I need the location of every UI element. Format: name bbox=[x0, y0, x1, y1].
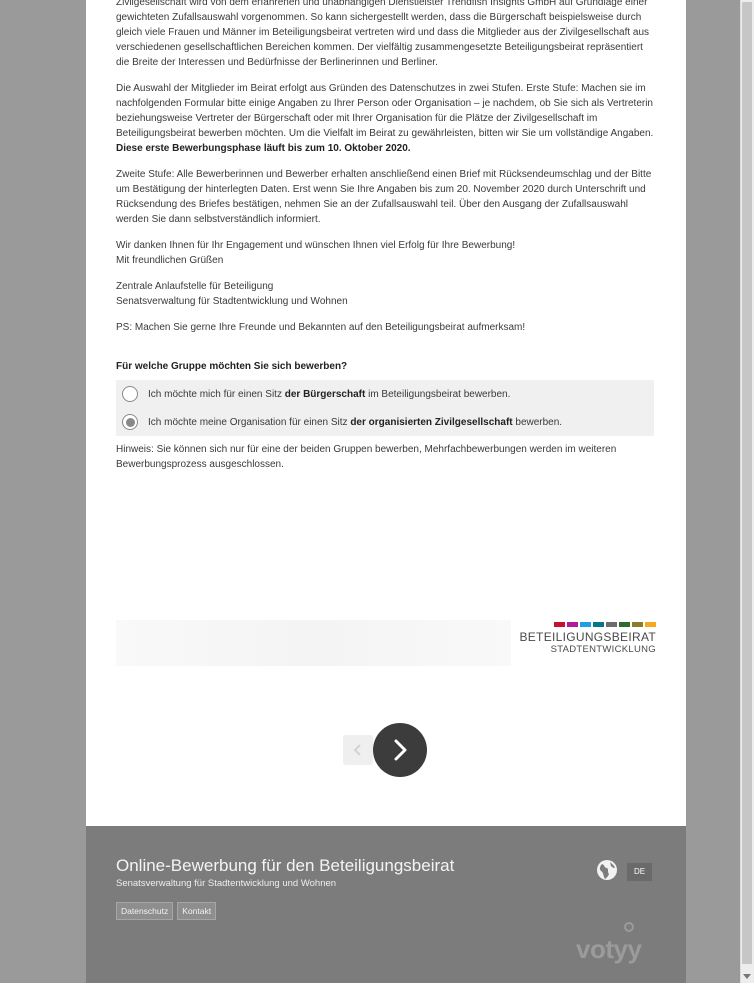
next-page-button[interactable] bbox=[373, 723, 427, 777]
brand-color-bar bbox=[619, 622, 630, 627]
radio-civil-society[interactable] bbox=[122, 414, 138, 430]
radio-citizenship[interactable] bbox=[122, 386, 138, 402]
brand-color-bar bbox=[593, 622, 604, 627]
scrollbar[interactable] bbox=[740, 0, 754, 983]
footer-title: Online-Bewerbung für den Beteiligungsbei… bbox=[116, 856, 455, 875]
brand-name: BETEILIGUNGSBEIRAT bbox=[519, 630, 656, 644]
closing-paragraph: Wir danken Ihnen für Ihr Engagement und … bbox=[116, 240, 516, 266]
previous-page-button[interactable] bbox=[343, 735, 373, 765]
group-question: Für welche Gruppe möchten Sie sich bewer… bbox=[116, 361, 348, 372]
deadline-text: Diese erste Bewerbungsphase läuft bis zu… bbox=[116, 143, 411, 154]
option-citizenship-label: Ich möchte mich für einen Sitz der Bürge… bbox=[148, 388, 511, 400]
option-civil-society[interactable]: Ich möchte meine Organisation für einen … bbox=[116, 408, 654, 436]
signature: Zentrale Anlaufstelle für Beteiligung Se… bbox=[116, 281, 348, 307]
brand-color-bar bbox=[567, 622, 578, 627]
votyy-logo-dot bbox=[624, 922, 634, 932]
language-selector[interactable]: DE bbox=[627, 863, 652, 881]
brand-subtitle: STADTENTWICKLUNG bbox=[550, 644, 656, 655]
survey-page: Zivilgesellschaft wird von dem erfahrene… bbox=[86, 0, 686, 983]
votyy-logo: votyy bbox=[576, 934, 642, 964]
footer-subtitle: Senatsverwaltung für Stadtentwicklung un… bbox=[116, 878, 337, 889]
brand-color-bars bbox=[519, 622, 656, 627]
group-radio-group: Ich möchte mich für einen Sitz der Bürge… bbox=[116, 380, 654, 436]
brand-color-bar bbox=[580, 622, 591, 627]
blurred-logo-strip bbox=[116, 620, 511, 666]
option-citizenship[interactable]: Ich möchte mich für einen Sitz der Bürge… bbox=[116, 380, 654, 408]
option-civil-society-label: Ich möchte meine Organisation für einen … bbox=[148, 416, 563, 428]
intro-content: Zivilgesellschaft wird von dem erfahrene… bbox=[116, 0, 656, 483]
contact-link[interactable]: Kontakt bbox=[177, 902, 217, 920]
logo-area: BETEILIGUNGSBEIRAT STADTENTWICKLUNG bbox=[116, 620, 656, 666]
footer-links: Datenschutz Kontakt bbox=[116, 902, 217, 920]
chevron-right-icon bbox=[394, 739, 407, 761]
brand-color-bar bbox=[632, 622, 643, 627]
intro-paragraph-3: Zweite Stufe: Alle Bewerberinnen und Bew… bbox=[116, 169, 652, 225]
brand-color-bar bbox=[554, 622, 565, 627]
page-navigation bbox=[341, 723, 431, 777]
privacy-link[interactable]: Datenschutz bbox=[116, 902, 174, 920]
postscript: PS: Machen Sie gerne Ihre Freunde und Be… bbox=[116, 322, 526, 333]
globe-icon[interactable] bbox=[596, 859, 618, 881]
chevron-left-icon bbox=[353, 744, 361, 756]
hint-text: Hinweis: Sie können sich nur für eine de… bbox=[116, 444, 617, 470]
intro-paragraph-2: Die Auswahl der Mitglieder im Beirat erf… bbox=[116, 83, 654, 154]
beteiligungsbeirat-logo: BETEILIGUNGSBEIRAT STADTENTWICKLUNG bbox=[519, 622, 656, 656]
scroll-down-arrow-icon[interactable] bbox=[743, 974, 751, 979]
scrollbar-thumb[interactable] bbox=[742, 2, 752, 964]
brand-color-bar bbox=[645, 622, 656, 627]
footer: Online-Bewerbung für den Beteiligungsbei… bbox=[86, 826, 686, 983]
intro-paragraph-1: Zivilgesellschaft wird von dem erfahrene… bbox=[116, 0, 650, 68]
brand-color-bar bbox=[606, 622, 617, 627]
